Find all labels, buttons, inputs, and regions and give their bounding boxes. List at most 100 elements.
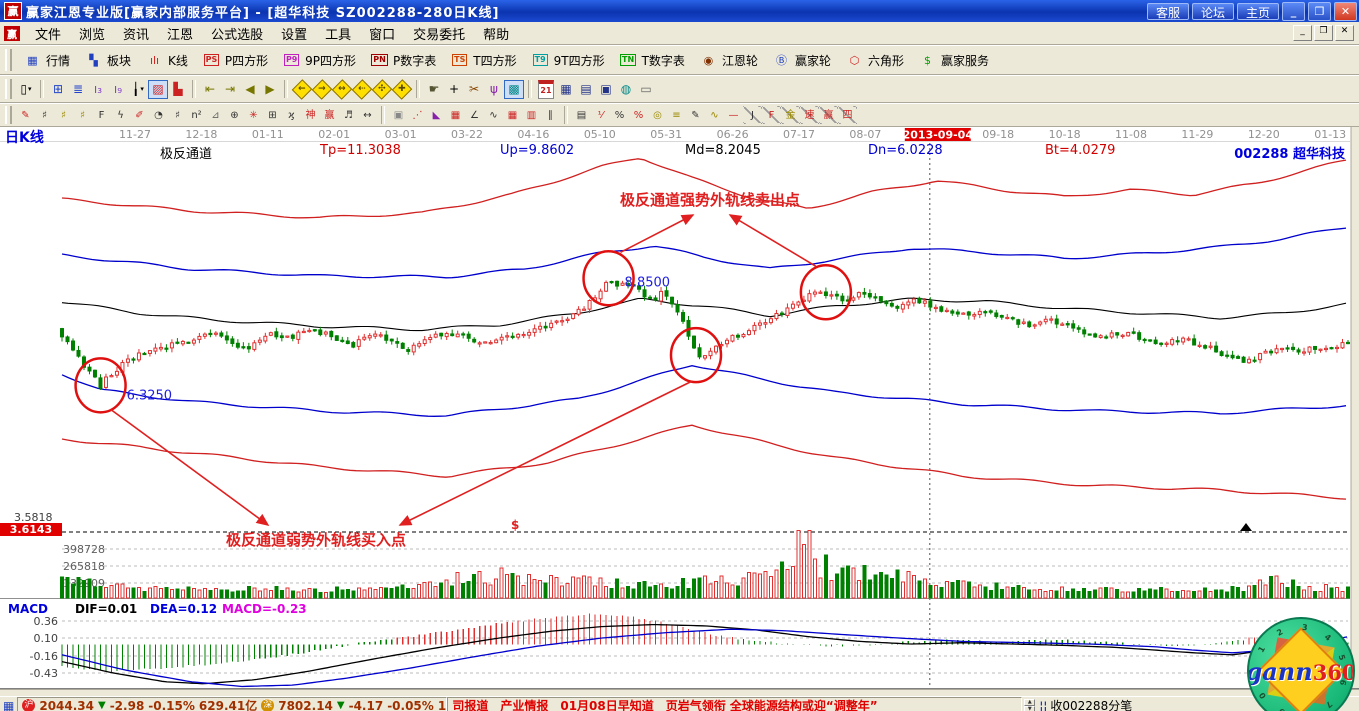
news-ticker-panel[interactable]: 司报道 产业情报 01月08日早知道 页岩气领衔 全球能源结构或迎“调整年” [447, 697, 1022, 711]
percent2-icon[interactable]: % [610, 106, 629, 124]
quote-grid-icon[interactable]: ▦ [3, 699, 14, 711]
calendar-icon[interactable]: 21 [536, 80, 556, 99]
menu-item-资讯[interactable]: 资讯 [114, 22, 158, 45]
angle-line-icon[interactable]: ∠ [465, 106, 484, 124]
first-bar-icon[interactable]: ⇤ [200, 80, 220, 99]
gold-grid2-icon[interactable]: ♯ [73, 106, 92, 124]
shen-grid-icon[interactable]: 神 [301, 106, 320, 124]
network-icon[interactable]: ◍ [616, 80, 636, 99]
winner-service-button[interactable]: $赢家服务 [911, 48, 996, 72]
menu-item-公式选股[interactable]: 公式选股 [202, 22, 272, 45]
wave2-icon[interactable]: ∿ [705, 106, 724, 124]
gann-arrow-plus-icon[interactable]: ✚ [392, 80, 412, 99]
menu-item-江恩[interactable]: 江恩 [158, 22, 202, 45]
gann-arrow-lr-icon[interactable]: ↔ [332, 80, 352, 99]
menu-item-帮助[interactable]: 帮助 [474, 22, 518, 45]
gold-line-icon[interactable]: — [724, 106, 743, 124]
gold-circle-icon[interactable]: ◎ [648, 106, 667, 124]
star-circle-icon[interactable]: ✳ [244, 106, 263, 124]
calculator-icon[interactable]: ▦ [556, 80, 576, 99]
dense-grid-icon[interactable]: ♯ [168, 106, 187, 124]
gold-grid1-icon[interactable]: ♯ [54, 106, 73, 124]
n2-grid-icon[interactable]: n² [187, 106, 206, 124]
menu-item-工具[interactable]: 工具 [316, 22, 360, 45]
f-angle-icon[interactable]: F [762, 106, 781, 124]
tick-chart-label[interactable]: 收002288分笔 [1050, 697, 1132, 711]
p-table-button[interactable]: PNP数字表 [363, 48, 443, 72]
circle-cross-icon[interactable]: ⊕ [225, 106, 244, 124]
t9-square-button[interactable]: T99T四方形 [524, 48, 612, 72]
bars-tool-icon[interactable]: ▤ [572, 106, 591, 124]
forum-button[interactable]: 论坛 [1192, 3, 1234, 20]
measure-tool-icon[interactable]: ✂ [464, 80, 484, 99]
fan-box-icon[interactable]: ◣ [427, 106, 446, 124]
fan-lines-icon[interactable]: ⋰ [408, 106, 427, 124]
angle-ruler-icon[interactable]: ⊿ [206, 106, 225, 124]
gold-lines-icon[interactable]: ≡ [667, 106, 686, 124]
j-angle-icon[interactable]: J [743, 106, 762, 124]
percent-line-icon[interactable]: % [629, 106, 648, 124]
last-bar-icon[interactable]: ⇥ [220, 80, 240, 99]
ticker-spinner[interactable]: ▲▼ [1024, 699, 1035, 711]
t-table-button[interactable]: TNT数字表 [612, 48, 692, 72]
percent1-icon[interactable]: ⅟ [591, 106, 610, 124]
printer-icon[interactable]: ▭ [636, 80, 656, 99]
pattern-overlay-icon[interactable]: ▨ [148, 80, 168, 99]
gann-arrow-right-icon[interactable]: → [312, 80, 332, 99]
close-button[interactable]: ✕ [1334, 2, 1357, 21]
child-minimize-button[interactable]: _ [1293, 25, 1312, 41]
crosshair-tool-icon[interactable]: + [444, 80, 464, 99]
span-arrow-icon[interactable]: ↔ [358, 106, 377, 124]
star-box-icon[interactable]: ⊞ [263, 106, 282, 124]
restore-button[interactable]: ❐ [1308, 2, 1331, 21]
child-restore-button[interactable]: ❐ [1314, 25, 1333, 41]
volume-profile-icon[interactable]: ▙ [168, 80, 188, 99]
four-angle-icon[interactable]: 四 [838, 106, 857, 124]
gann-arrow-star-icon[interactable]: ✣ [372, 80, 392, 99]
zigzag-icon[interactable]: ϗ [282, 106, 301, 124]
grid-box-icon[interactable]: ▦ [446, 106, 465, 124]
f-ruler-icon[interactable]: F [92, 106, 111, 124]
speed-angle-icon[interactable]: 速 [800, 106, 819, 124]
sectors-button[interactable]: ▚板块 [77, 48, 138, 72]
save-icon[interactable]: ▣ [596, 80, 616, 99]
pencil-grid-icon[interactable]: ✐ [130, 106, 149, 124]
red-grid2-icon[interactable]: ▥ [522, 106, 541, 124]
fractal-tool-icon[interactable]: ψ [484, 80, 504, 99]
candle-type-dropdown[interactable]: ╽▾ [128, 80, 148, 99]
gann-wheel-button[interactable]: ◉江恩轮 [692, 48, 765, 72]
wave-tool-icon[interactable]: ∿ [484, 106, 503, 124]
red-grid-icon[interactable]: ▦ [503, 106, 522, 124]
winner-wheel-button[interactable]: Ⓑ赢家轮 [765, 48, 838, 72]
brush-icon[interactable]: ✎ [686, 106, 705, 124]
number-grid-icon[interactable]: ♬ [339, 106, 358, 124]
kline-3-icon[interactable]: ı₃ [88, 80, 108, 99]
menu-item-浏览[interactable]: 浏览 [70, 22, 114, 45]
ying-grid-icon[interactable]: 赢 [320, 106, 339, 124]
rect-tool-icon[interactable]: ▣ [389, 106, 408, 124]
notebook-icon[interactable]: ▤ [576, 80, 596, 99]
t-square-button[interactable]: TST四方形 [443, 48, 523, 72]
compass-icon[interactable]: ◔ [149, 106, 168, 124]
kline-9-icon[interactable]: ı₉ [108, 80, 128, 99]
homepage-button[interactable]: 主页 [1237, 3, 1279, 20]
next-bar-icon[interactable]: ▶ [260, 80, 280, 99]
window-split-icon[interactable]: ⊞ [48, 80, 68, 99]
parallel-lines-icon[interactable]: ∥ [541, 106, 560, 124]
period-kline-dropdown[interactable]: ▯▾ [16, 80, 36, 99]
gann-arrow-left-icon[interactable]: ← [292, 80, 312, 99]
puzzle-tool-icon[interactable]: ▩ [504, 80, 524, 99]
menu-item-交易委托[interactable]: 交易委托 [404, 22, 474, 45]
child-close-button[interactable]: ✕ [1335, 25, 1354, 41]
spiral-icon[interactable]: ϟ [111, 106, 130, 124]
p9-square-button[interactable]: P99P四方形 [275, 48, 363, 72]
menu-item-设置[interactable]: 设置 [272, 22, 316, 45]
support-button[interactable]: 客服 [1147, 3, 1189, 20]
prev-bar-icon[interactable]: ◀ [240, 80, 260, 99]
ying-angle-icon[interactable]: 赢 [819, 106, 838, 124]
gann-arrow-in-icon[interactable]: ⇠ [352, 80, 372, 99]
p-square-button[interactable]: PSP四方形 [195, 48, 275, 72]
menu-item-窗口[interactable]: 窗口 [360, 22, 404, 45]
menu-item-文件[interactable]: 文件 [26, 22, 70, 45]
grid-tool-icon[interactable]: ♯ [35, 106, 54, 124]
